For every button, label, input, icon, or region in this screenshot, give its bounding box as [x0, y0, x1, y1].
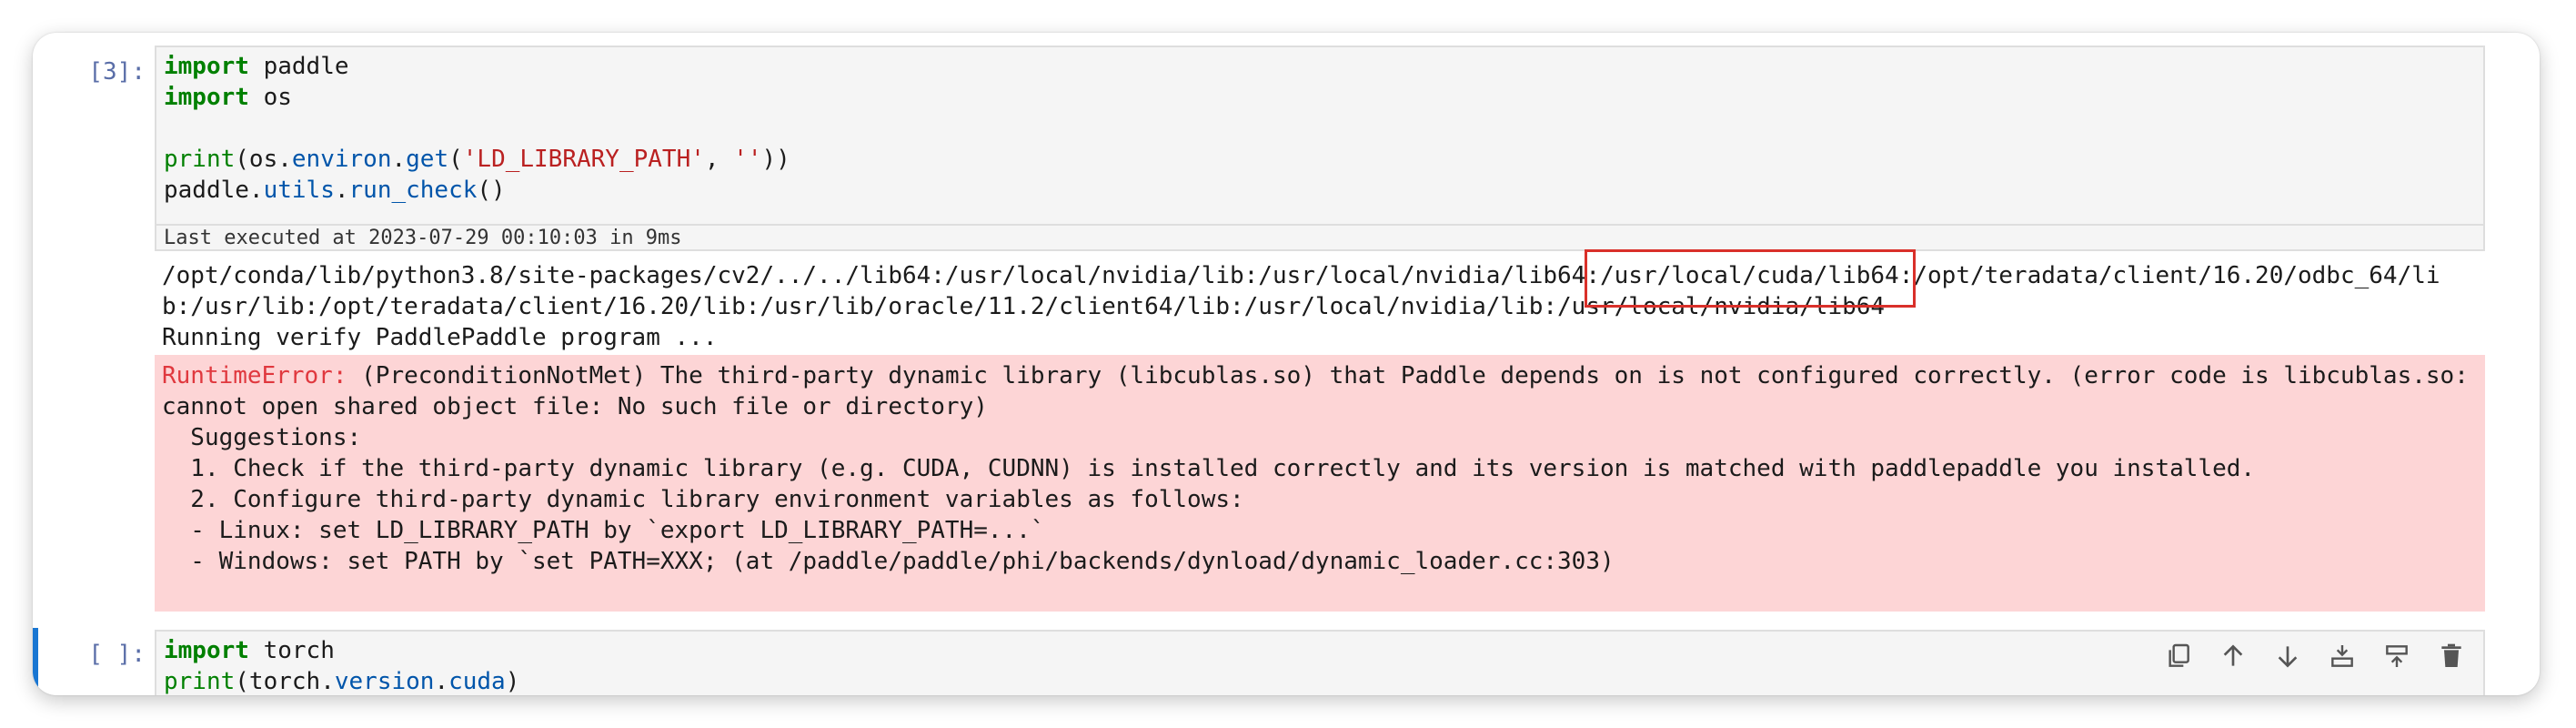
- error-line: - Windows: set PATH by `set PATH=XXX; (a…: [162, 548, 1615, 575]
- builtin: print: [164, 146, 236, 173]
- code-text: .: [434, 668, 449, 695]
- error-line: RuntimeError: (PreconditionNotMet) The t…: [162, 360, 2469, 391]
- attribute: run_check: [348, 177, 478, 204]
- error-line: - Linux: set LD_LIBRARY_PATH by `export …: [162, 517, 1045, 544]
- string-literal: 'LD_LIBRARY_PATH': [462, 146, 705, 173]
- code-editor[interactable]: import torch print(torch.version.cuda): [155, 630, 2485, 695]
- active-cell-indicator: [33, 628, 38, 695]
- error-line: cannot open shared object file: No such …: [162, 393, 988, 420]
- error-line: 2. Configure third-party dynamic library…: [162, 486, 1244, 513]
- string-literal: '': [733, 146, 762, 173]
- move-up-icon[interactable]: [2212, 635, 2254, 677]
- code-line: print(torch.version.cuda): [164, 666, 519, 695]
- output-line: /opt/conda/lib/python3.8/site-packages/c…: [162, 262, 2440, 289]
- error-name: RuntimeError:: [162, 362, 347, 389]
- code-text: os: [248, 84, 292, 111]
- cell-prompt: [ ]:: [88, 641, 146, 668]
- execution-status: Last executed at 2023-07-29 00:10:03 in …: [156, 224, 2483, 249]
- code-text: (os.: [235, 146, 292, 173]
- cell-toolbar: [2158, 635, 2472, 677]
- code-line: print(os.environ.get('LD_LIBRARY_PATH', …: [164, 144, 790, 175]
- code-text: paddle: [248, 53, 349, 80]
- attribute: environ: [291, 146, 392, 173]
- code-text: torch: [248, 637, 335, 664]
- code-text: ): [505, 668, 520, 695]
- keyword: import: [164, 53, 249, 80]
- notebook-window: [3]: import paddle import os print(os.en…: [33, 33, 2540, 695]
- code-text: .: [334, 177, 349, 204]
- cell-prompt: [3]:: [88, 58, 146, 86]
- attribute: get: [406, 146, 449, 173]
- code-line: import os: [164, 82, 292, 113]
- highlight-annotation: [1585, 249, 1916, 308]
- code-text: )): [761, 146, 790, 173]
- attribute: cuda: [448, 668, 506, 695]
- insert-above-icon[interactable]: [2321, 635, 2363, 677]
- error-line: 1. Check if the third-party dynamic libr…: [162, 455, 2256, 482]
- code-editor[interactable]: import paddle import os print(os.environ…: [155, 46, 2485, 251]
- keyword: import: [164, 637, 249, 664]
- move-down-icon[interactable]: [2267, 635, 2309, 677]
- delete-icon[interactable]: [2430, 635, 2472, 677]
- duplicate-icon[interactable]: [2158, 635, 2199, 677]
- output-line: Running verify PaddlePaddle program ...: [162, 324, 718, 351]
- error-line: Suggestions:: [162, 424, 362, 451]
- code-text: paddle.: [164, 177, 264, 204]
- code-text: .: [391, 146, 407, 173]
- attribute: version: [334, 668, 435, 695]
- error-output: RuntimeError: (PreconditionNotMet) The t…: [155, 355, 2485, 612]
- error-text: (PreconditionNotMet) The third-party dyn…: [347, 362, 2469, 389]
- code-text: ,: [704, 146, 734, 173]
- code-line: import torch: [164, 635, 335, 666]
- insert-below-icon[interactable]: [2376, 635, 2418, 677]
- code-line: paddle.utils.run_check(): [164, 175, 506, 206]
- code-line: import paddle: [164, 51, 349, 82]
- keyword: import: [164, 84, 249, 111]
- code-text: (): [477, 177, 506, 204]
- attribute: utils: [263, 177, 335, 204]
- code-text: (torch.: [235, 668, 335, 695]
- code-text: (: [448, 146, 463, 173]
- builtin: print: [164, 668, 236, 695]
